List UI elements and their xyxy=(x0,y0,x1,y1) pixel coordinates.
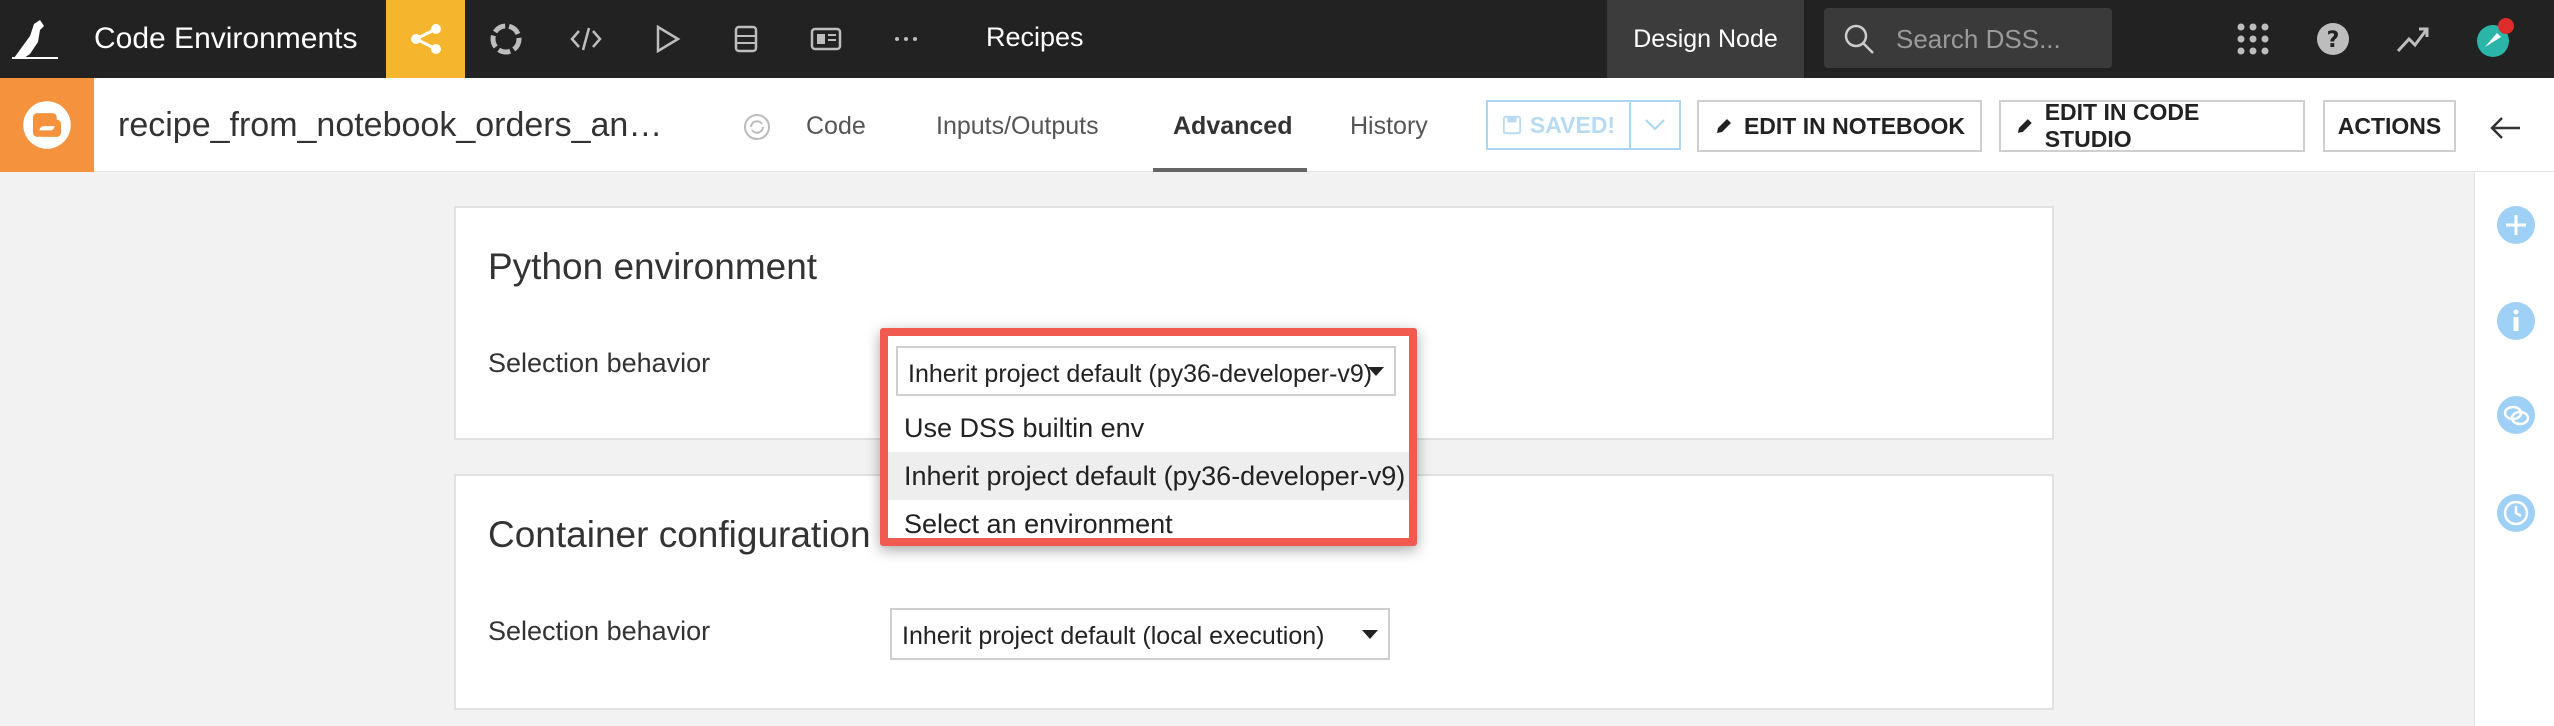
trend-icon[interactable] xyxy=(2388,14,2438,64)
code-icon[interactable] xyxy=(546,0,625,78)
edit-in-notebook-label: EDIT IN NOTEBOOK xyxy=(1743,112,1966,139)
chevron-down-icon xyxy=(1645,119,1665,131)
save-icon xyxy=(1502,115,1521,135)
search-placeholder: Search DSS... xyxy=(1896,24,2061,54)
design-node-label[interactable]: Design Node xyxy=(1607,0,1804,78)
python-env-select[interactable]: Inherit project default (py36-developer-… xyxy=(896,346,1396,396)
nav-recipes-link[interactable]: Recipes xyxy=(986,22,1084,53)
user-avatar[interactable] xyxy=(2470,14,2520,64)
python-env-dropdown-open: Inherit project default (py36-developer-… xyxy=(880,328,1417,546)
edit-in-notebook-button[interactable]: EDIT IN NOTEBOOK xyxy=(1697,100,1982,152)
tab-history[interactable]: History xyxy=(1350,112,1428,141)
add-circle-icon[interactable] xyxy=(2495,204,2537,246)
caret-down-icon xyxy=(1362,630,1378,639)
svg-text:?: ? xyxy=(2327,28,2340,53)
recipe-header-bar: recipe_from_notebook_orders_an… Code Inp… xyxy=(0,78,2554,172)
actions-label: ACTIONS xyxy=(2337,112,2442,139)
dashboard-icon[interactable] xyxy=(786,0,865,78)
pencil-icon xyxy=(2017,119,2032,133)
tab-inputs-outputs[interactable]: Inputs/Outputs xyxy=(936,112,1099,141)
search-input[interactable]: Search DSS... xyxy=(1824,8,2112,68)
container-selection-behavior-label: Selection behavior xyxy=(488,616,711,646)
recipe-name[interactable]: recipe_from_notebook_orders_an… xyxy=(118,106,662,145)
help-icon[interactable]: ? xyxy=(2308,14,2358,64)
python-env-selected-value: Inherit project default (py36-developer-… xyxy=(908,360,1373,388)
info-circle-icon[interactable] xyxy=(2495,300,2537,342)
discussions-icon[interactable] xyxy=(2495,394,2537,436)
sync-status-icon xyxy=(744,114,770,140)
tab-code[interactable]: Code xyxy=(806,112,866,141)
container-selection-select[interactable]: Inherit project default (local execution… xyxy=(890,608,1390,660)
edit-in-code-studio-label: EDIT IN CODE STUDIO xyxy=(2044,99,2200,152)
search-icon xyxy=(1844,24,1874,54)
python-environment-title: Python environment xyxy=(488,246,818,287)
option-inherit-project-default[interactable]: Inherit project default (py36-developer-… xyxy=(888,452,1409,500)
pencil-icon xyxy=(1716,119,1731,133)
caret-down-icon xyxy=(1368,367,1384,376)
tab-advanced[interactable]: Advanced xyxy=(1173,112,1292,141)
right-side-panel xyxy=(2474,172,2554,726)
top-navigation-bar: Code Environments Recipes Design Node Se… xyxy=(0,0,2554,78)
back-arrow-icon[interactable] xyxy=(2486,108,2526,148)
container-selected-value: Inherit project default (local execution… xyxy=(902,622,1325,650)
timeline-clock-icon[interactable] xyxy=(2495,492,2537,534)
app-title[interactable]: Code Environments xyxy=(94,22,357,56)
python-selection-behavior-label: Selection behavior xyxy=(488,348,711,378)
active-tab-indicator xyxy=(1153,168,1307,172)
container-configuration-title: Container configuration xyxy=(488,514,871,555)
more-icon[interactable] xyxy=(866,0,945,78)
option-select-an-environment[interactable]: Select an environment xyxy=(888,500,1409,548)
play-icon[interactable] xyxy=(626,0,705,78)
option-use-dss-builtin-env[interactable]: Use DSS builtin env xyxy=(888,404,1409,452)
python-recipe-icon xyxy=(0,78,94,172)
save-options-dropdown[interactable] xyxy=(1631,100,1681,150)
flow-icon[interactable] xyxy=(386,0,465,78)
deploy-icon[interactable] xyxy=(706,0,785,78)
save-button[interactable]: SAVED! xyxy=(1486,100,1631,150)
save-button-label: SAVED! xyxy=(1529,111,1616,138)
apps-grid-icon[interactable] xyxy=(2228,14,2278,64)
dataiku-bird-logo-icon[interactable] xyxy=(10,18,60,60)
edit-in-code-studio-button[interactable]: EDIT IN CODE STUDIO xyxy=(1999,99,2305,152)
actions-button[interactable]: ACTIONS xyxy=(2323,100,2456,152)
lab-circle-icon[interactable] xyxy=(466,0,545,78)
